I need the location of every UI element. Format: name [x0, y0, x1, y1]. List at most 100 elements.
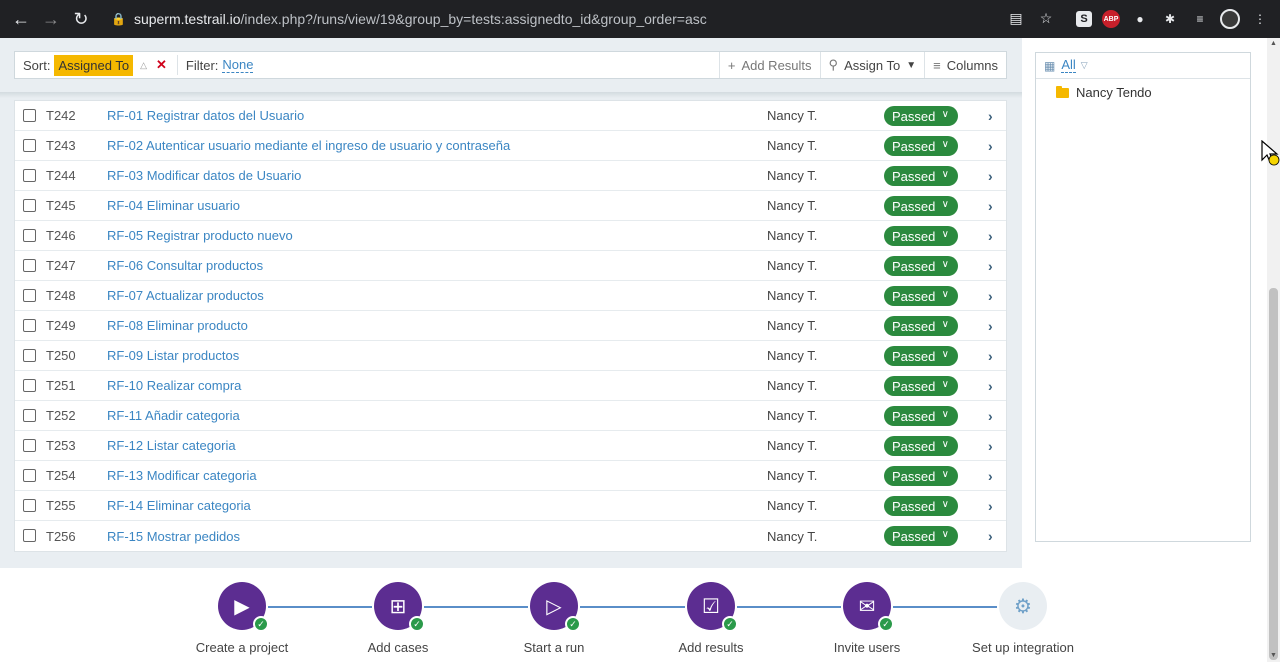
test-id: T254	[46, 468, 76, 483]
reload-icon[interactable]: ↻	[66, 4, 96, 34]
table-row: T254 RF-13 Modificar categoria Nancy T. Pas…	[15, 461, 1006, 491]
status-dropdown[interactable]: Passed ∨	[884, 226, 958, 246]
s-extension-icon[interactable]: S	[1076, 11, 1092, 27]
row-checkbox[interactable]	[23, 349, 36, 362]
chevron-right-icon[interactable]: ›	[988, 258, 993, 274]
test-title-link[interactable]: RF-12 Listar categoria	[107, 438, 236, 453]
group-item-nancy-tendo[interactable]: Nancy Tendo	[1036, 79, 1250, 100]
status-dropdown[interactable]: Passed ∨	[884, 526, 958, 546]
status-dropdown[interactable]: Passed ∨	[884, 196, 958, 216]
onboarding-step[interactable]: ☑ ✓ Add results	[641, 582, 781, 655]
filter-all-link[interactable]: All	[1061, 58, 1076, 73]
status-dropdown[interactable]: Passed ∨	[884, 106, 958, 126]
row-checkbox[interactable]	[23, 469, 36, 482]
chevron-right-icon[interactable]: ›	[988, 438, 993, 454]
test-title-link[interactable]: RF-03 Modificar datos de Usuario	[107, 168, 301, 183]
status-dropdown[interactable]: Passed ∨	[884, 286, 958, 306]
status-dropdown[interactable]: Passed ∨	[884, 346, 958, 366]
onboarding-step[interactable]: ✉ ✓ Invite users	[797, 582, 937, 655]
row-checkbox[interactable]	[23, 289, 36, 302]
chevron-right-icon[interactable]: ›	[988, 378, 993, 394]
row-checkbox[interactable]	[23, 229, 36, 242]
chevron-right-icon[interactable]: ›	[988, 348, 993, 364]
puzzle-extensions-icon[interactable]: ✱	[1160, 9, 1180, 29]
test-title-link[interactable]: RF-02 Autenticar usuario mediante el ing…	[107, 138, 510, 153]
status-dropdown[interactable]: Passed ∨	[884, 436, 958, 456]
dropdown-caret-icon[interactable]: ▽	[1081, 60, 1088, 71]
status-dropdown[interactable]: Passed ∨	[884, 406, 958, 426]
test-id: T249	[46, 318, 76, 333]
star-icon[interactable]: ☆	[1038, 10, 1054, 26]
forward-arrow-icon[interactable]: →	[36, 4, 66, 34]
chevron-down-icon: ∨	[941, 319, 949, 330]
row-checkbox[interactable]	[23, 169, 36, 182]
scroll-up-icon[interactable]: ▲	[1270, 40, 1277, 47]
chevron-right-icon[interactable]: ›	[988, 138, 993, 154]
test-title-link[interactable]: RF-15 Mostrar pedidos	[107, 529, 240, 544]
test-title-link[interactable]: RF-01 Registrar datos del Usuario	[107, 108, 304, 123]
chevron-right-icon[interactable]: ›	[988, 108, 993, 124]
back-arrow-icon[interactable]: ←	[6, 4, 36, 34]
test-title-link[interactable]: RF-14 Eliminar categoria	[107, 498, 251, 513]
sort-direction-icon[interactable]: △	[140, 60, 147, 71]
test-title-link[interactable]: RF-05 Registrar producto nuevo	[107, 228, 293, 243]
row-checkbox[interactable]	[23, 409, 36, 422]
status-dropdown[interactable]: Passed ∨	[884, 256, 958, 276]
scroll-thumb[interactable]	[1269, 288, 1278, 660]
onboarding-step[interactable]: ▷ ✓ Start a run	[484, 582, 624, 655]
chevron-right-icon[interactable]: ›	[988, 318, 993, 334]
chevron-right-icon[interactable]: ›	[988, 288, 993, 304]
status-dropdown[interactable]: Passed ∨	[884, 136, 958, 156]
menu-dots-icon[interactable]: ⋮	[1250, 9, 1270, 29]
status-dropdown[interactable]: Passed ∨	[884, 466, 958, 486]
sort-field-tag[interactable]: Assigned To	[54, 54, 134, 76]
row-checkbox[interactable]	[23, 529, 36, 542]
translate-icon[interactable]: ▤	[1008, 10, 1024, 26]
onboarding-step[interactable]: ▶ ✓ Create a project	[172, 582, 312, 655]
row-checkbox[interactable]	[23, 319, 36, 332]
add-results-button[interactable]: + Add Results	[718, 52, 820, 78]
chevron-right-icon[interactable]: ›	[988, 198, 993, 214]
chevron-right-icon[interactable]: ›	[988, 468, 993, 484]
row-checkbox[interactable]	[23, 259, 36, 272]
test-title-link[interactable]: RF-13 Modificar categoria	[107, 468, 257, 483]
page-scrollbar[interactable]: ▲ ▼	[1267, 38, 1280, 662]
row-checkbox[interactable]	[23, 499, 36, 512]
columns-button[interactable]: ≡ Columns	[924, 52, 1006, 78]
chevron-right-icon[interactable]: ›	[988, 528, 993, 544]
group-tree-panel: ▦ All ▽ Nancy Tendo	[1035, 52, 1251, 542]
profile-avatar[interactable]	[1220, 9, 1240, 29]
row-checkbox[interactable]	[23, 439, 36, 452]
status-dropdown[interactable]: Passed ∨	[884, 316, 958, 336]
test-title-link[interactable]: RF-06 Consultar productos	[107, 258, 263, 273]
row-checkbox[interactable]	[23, 379, 36, 392]
chevron-right-icon[interactable]: ›	[988, 408, 993, 424]
filter-link[interactable]: None	[222, 57, 254, 73]
chevron-right-icon[interactable]: ›	[988, 228, 993, 244]
reading-list-icon[interactable]: ≡	[1190, 9, 1210, 29]
row-checkbox[interactable]	[23, 109, 36, 122]
test-title-link[interactable]: RF-07 Actualizar productos	[107, 288, 264, 303]
status-dropdown[interactable]: Passed ∨	[884, 166, 958, 186]
status-dropdown[interactable]: Passed ∨	[884, 496, 958, 516]
row-checkbox[interactable]	[23, 199, 36, 212]
onboarding-step[interactable]: ⊞ ✓ Add cases	[328, 582, 468, 655]
status-dropdown[interactable]: Passed ∨	[884, 376, 958, 396]
chevron-right-icon[interactable]: ›	[988, 498, 993, 514]
test-title-link[interactable]: RF-11 Añadir categoria	[107, 408, 240, 423]
assign-to-button[interactable]: ⚲ Assign To ▼	[819, 52, 925, 78]
test-title-link[interactable]: RF-04 Eliminar usuario	[107, 198, 240, 213]
address-bar[interactable]: 🔒 superm.testrail.io/index.php?/runs/vie…	[101, 6, 1061, 32]
test-title-link[interactable]: RF-10 Realizar compra	[107, 378, 241, 393]
test-title-link[interactable]: RF-09 Listar productos	[107, 348, 239, 363]
clear-sort-icon[interactable]: ✕	[156, 57, 167, 73]
scroll-down-icon[interactable]: ▼	[1270, 652, 1277, 659]
adblock-extension-icon[interactable]: ABP	[1102, 10, 1120, 28]
row-checkbox[interactable]	[23, 139, 36, 152]
record-extension-icon[interactable]: ●	[1130, 9, 1150, 29]
test-id: T246	[46, 228, 76, 243]
test-title-link[interactable]: RF-08 Eliminar producto	[107, 318, 248, 333]
test-id: T247	[46, 258, 76, 273]
chevron-right-icon[interactable]: ›	[988, 168, 993, 184]
onboarding-step[interactable]: ⚙ Set up integration	[953, 582, 1093, 655]
